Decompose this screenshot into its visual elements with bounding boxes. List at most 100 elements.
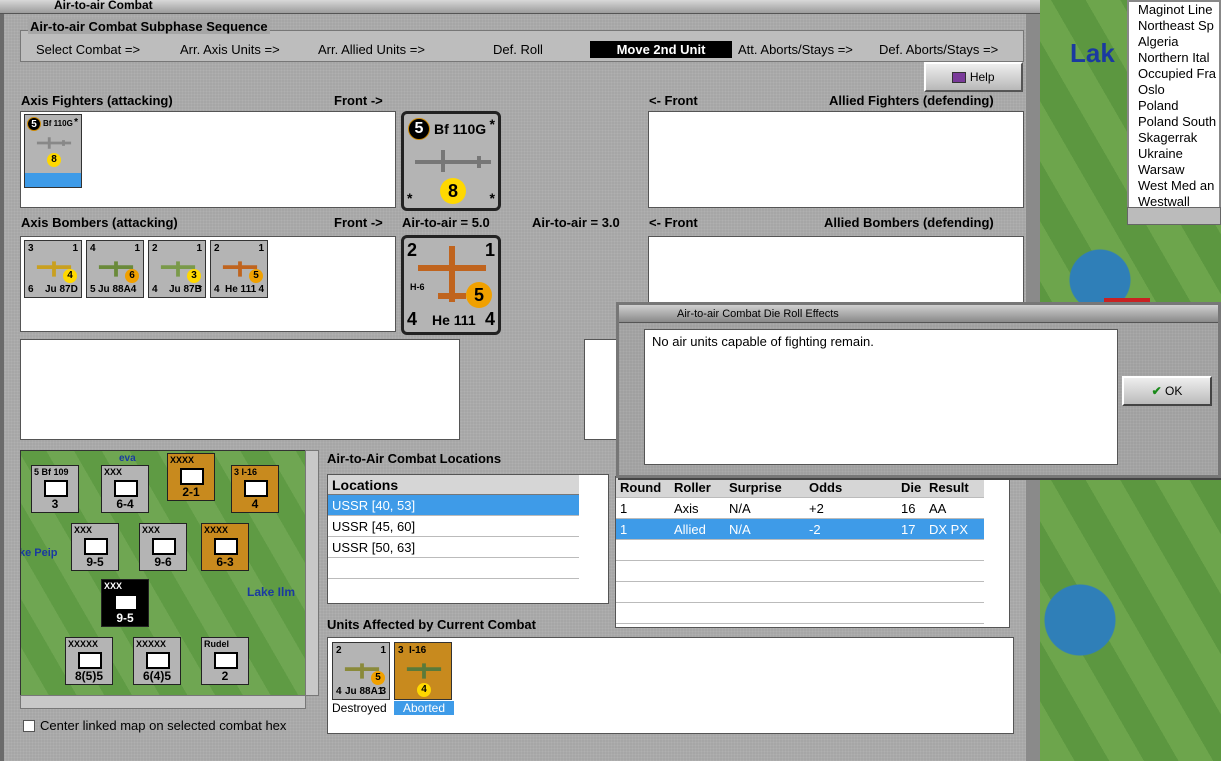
map-unit-counter[interactable]: XXX 9-6 <box>139 523 187 571</box>
dialog-message-box: No air units capable of fighting remain. <box>644 329 1118 465</box>
corner-mark: * <box>407 190 413 206</box>
locations-table[interactable]: Locations USSR [40, 53] USSR [45, 60] US… <box>327 474 609 604</box>
help-button[interactable]: Help <box>924 62 1023 92</box>
seq-step-def-aborts: Def. Aborts/Stays => <box>879 42 999 57</box>
unit-counter-bf110g[interactable]: 5 Bf 110G * 8 <box>24 114 82 188</box>
window-titlebar[interactable]: Air-to-air Combat <box>0 0 1040 14</box>
unit-name: He 111 <box>432 312 476 328</box>
map-unit-counter[interactable]: XXXXX 6(4)5 <box>133 637 181 685</box>
location-row[interactable]: USSR [40, 53] <box>328 495 579 516</box>
unit-counter-ju88a1[interactable]: 2 1 5 4 Ju 88A1 3 <box>332 642 390 700</box>
cell: -2 <box>809 522 821 537</box>
dialog-title: Air-to-air Combat Die Roll Effects <box>677 308 839 320</box>
map-unit-value: 9-5 <box>116 611 134 625</box>
active-fighter-counter: 5 Bf 110G * * * 8 <box>401 111 501 211</box>
map-unit-value: 8(5)5 <box>74 669 103 683</box>
corner-mark: * <box>489 116 495 132</box>
ok-button[interactable]: ✔ OK <box>1122 376 1212 406</box>
affected-units-box[interactable]: 21 5 4 Ju 88A1 3 Destroyed 3 I-16 4 Aborte… <box>327 637 1014 734</box>
region-list-item[interactable]: Poland South <box>1129 114 1219 130</box>
axis-fighters-box[interactable]: 5 Bf 110G * 8 <box>20 111 396 208</box>
locations-title: Air-to-Air Combat Locations <box>327 451 502 466</box>
front-right-label: Front -> <box>334 93 383 108</box>
map-unit-type: XXXXX <box>136 639 167 649</box>
map-unit-counter[interactable]: 5 Bf 109 3 <box>31 465 79 513</box>
front-left-label: <- Front <box>649 93 698 108</box>
unit-value: 2 <box>152 243 158 254</box>
unit-value: 4 <box>336 686 342 697</box>
region-list-item[interactable]: Warsaw <box>1129 162 1219 178</box>
unit-counter-ju87d[interactable]: 3 1 4 6 Ju 87D <box>24 240 82 298</box>
unit-counter-ju87b[interactable]: 2 1 3 4 Ju 87B * <box>148 240 206 298</box>
map-unit-counter[interactable]: 3 I-16 4 <box>231 465 279 513</box>
region-list-item[interactable]: Poland <box>1129 98 1219 114</box>
map-unit-counter[interactable]: Rudel 2 <box>201 637 249 685</box>
unit-symbol-icon <box>78 652 102 669</box>
allied-air-to-air-value: Air-to-air = 3.0 <box>532 215 620 230</box>
axis-aborts-box[interactable] <box>20 339 460 440</box>
region-list-scrollbar[interactable] <box>1127 207 1221 225</box>
map-unit-counter[interactable]: XXXX 6-3 <box>201 523 249 571</box>
unit-counter-i16[interactable]: 3 I-16 4 <box>394 642 452 700</box>
strength-badge: 4 <box>63 269 77 283</box>
ok-label: OK <box>1165 384 1183 398</box>
unit-counter-ju88a4[interactable]: 4 1 6 5 Ju 88A4 <box>86 240 144 298</box>
linked-mini-map[interactable]: eva ke Peip Lake Ilm 5 Bf 109 3 XXX 6-4 XXXX… <box>20 450 306 696</box>
region-list-item[interactable]: Algeria <box>1129 34 1219 50</box>
cell: DX PX <box>929 522 969 537</box>
dialog-message: No air units capable of fighting remain. <box>652 334 874 349</box>
map-unit-counter[interactable]: XXXXX 8(5)5 <box>65 637 113 685</box>
location-row[interactable]: USSR [45, 60] <box>328 516 579 537</box>
strength-badge: 5 <box>249 269 263 283</box>
map-unit-type: XXX <box>142 525 161 535</box>
region-list-item[interactable]: Maginot Line <box>1129 2 1219 18</box>
results-row-empty <box>616 603 984 624</box>
active-bomber-counter: 21 H-6 5 4 He 111 4 <box>401 235 501 335</box>
region-list-item[interactable]: Northern Ital <box>1129 50 1219 66</box>
results-table[interactable]: Round Roller Surprise Odds Die Result 1 … <box>615 476 1010 628</box>
map-unit-counter[interactable]: XXX 6-4 <box>101 465 149 513</box>
region-list-item[interactable]: Skagerrak <box>1129 130 1219 146</box>
mini-map-hscroll[interactable] <box>20 695 306 709</box>
unit-value: 1 <box>258 243 264 254</box>
col-header: Surprise <box>729 480 782 495</box>
strength-badge: 4 <box>417 683 431 697</box>
status-aborted: Aborted <box>394 701 454 715</box>
map-unit-counter[interactable]: XXX 9-5 <box>71 523 119 571</box>
unit-name: Ju 88A4 <box>98 284 137 295</box>
axis-bombers-box[interactable]: 31 4 6 Ju 87D 41 6 5 Ju 88A4 21 3 4 Ju 87B *… <box>20 236 396 332</box>
region-list-item[interactable]: Oslo <box>1129 82 1219 98</box>
help-label: Help <box>969 70 995 84</box>
region-list[interactable]: Maginot Line Northeast Sp Algeria Northern … <box>1127 0 1221 215</box>
map-unit-type: Rudel <box>204 639 230 649</box>
location-row[interactable]: USSR [50, 63] <box>328 537 579 558</box>
results-row-empty <box>616 540 984 561</box>
strength-badge: 8 <box>47 153 61 167</box>
unit-symbol-icon <box>44 480 68 497</box>
unit-value: 5 <box>90 284 96 295</box>
unit-value: 3 <box>380 686 386 697</box>
results-row[interactable]: 1 Axis N/A +2 16 AA <box>616 498 984 519</box>
map-unit-value: 2 <box>221 669 229 683</box>
map-unit-type: XXX <box>104 581 123 591</box>
strength-badge: 5 <box>466 282 492 308</box>
results-row[interactable]: 1 Allied N/A -2 17 DX PX <box>616 519 984 540</box>
region-list-item[interactable]: West Med an <box>1129 178 1219 194</box>
unit-name: Ju 88A1 <box>345 686 384 697</box>
seq-step-arr-allied: Arr. Allied Units => <box>318 42 425 57</box>
map-unit-counter[interactable]: XXX 9-5 <box>101 579 149 627</box>
status-destroyed: Destroyed <box>332 701 387 715</box>
window-title: Air-to-air Combat <box>54 0 153 12</box>
mini-map-vscroll[interactable] <box>305 450 319 696</box>
region-list-item[interactable]: Northeast Sp <box>1129 18 1219 34</box>
cell: 16 <box>901 501 916 516</box>
map-unit-counter[interactable]: XXXX 2-1 <box>167 453 215 501</box>
region-list-item[interactable]: Occupied Fra <box>1129 66 1219 82</box>
allied-fighters-box[interactable] <box>648 111 1024 208</box>
unit-value: 2 <box>214 243 220 254</box>
dialog-titlebar[interactable]: Air-to-air Combat Die Roll Effects <box>619 305 1218 323</box>
unit-counter-he111[interactable]: 21 5 4 He 111 4 <box>210 240 268 298</box>
region-list-item[interactable]: Ukraine <box>1129 146 1219 162</box>
center-map-checkbox[interactable] <box>23 720 35 732</box>
col-header: Result <box>929 480 969 495</box>
